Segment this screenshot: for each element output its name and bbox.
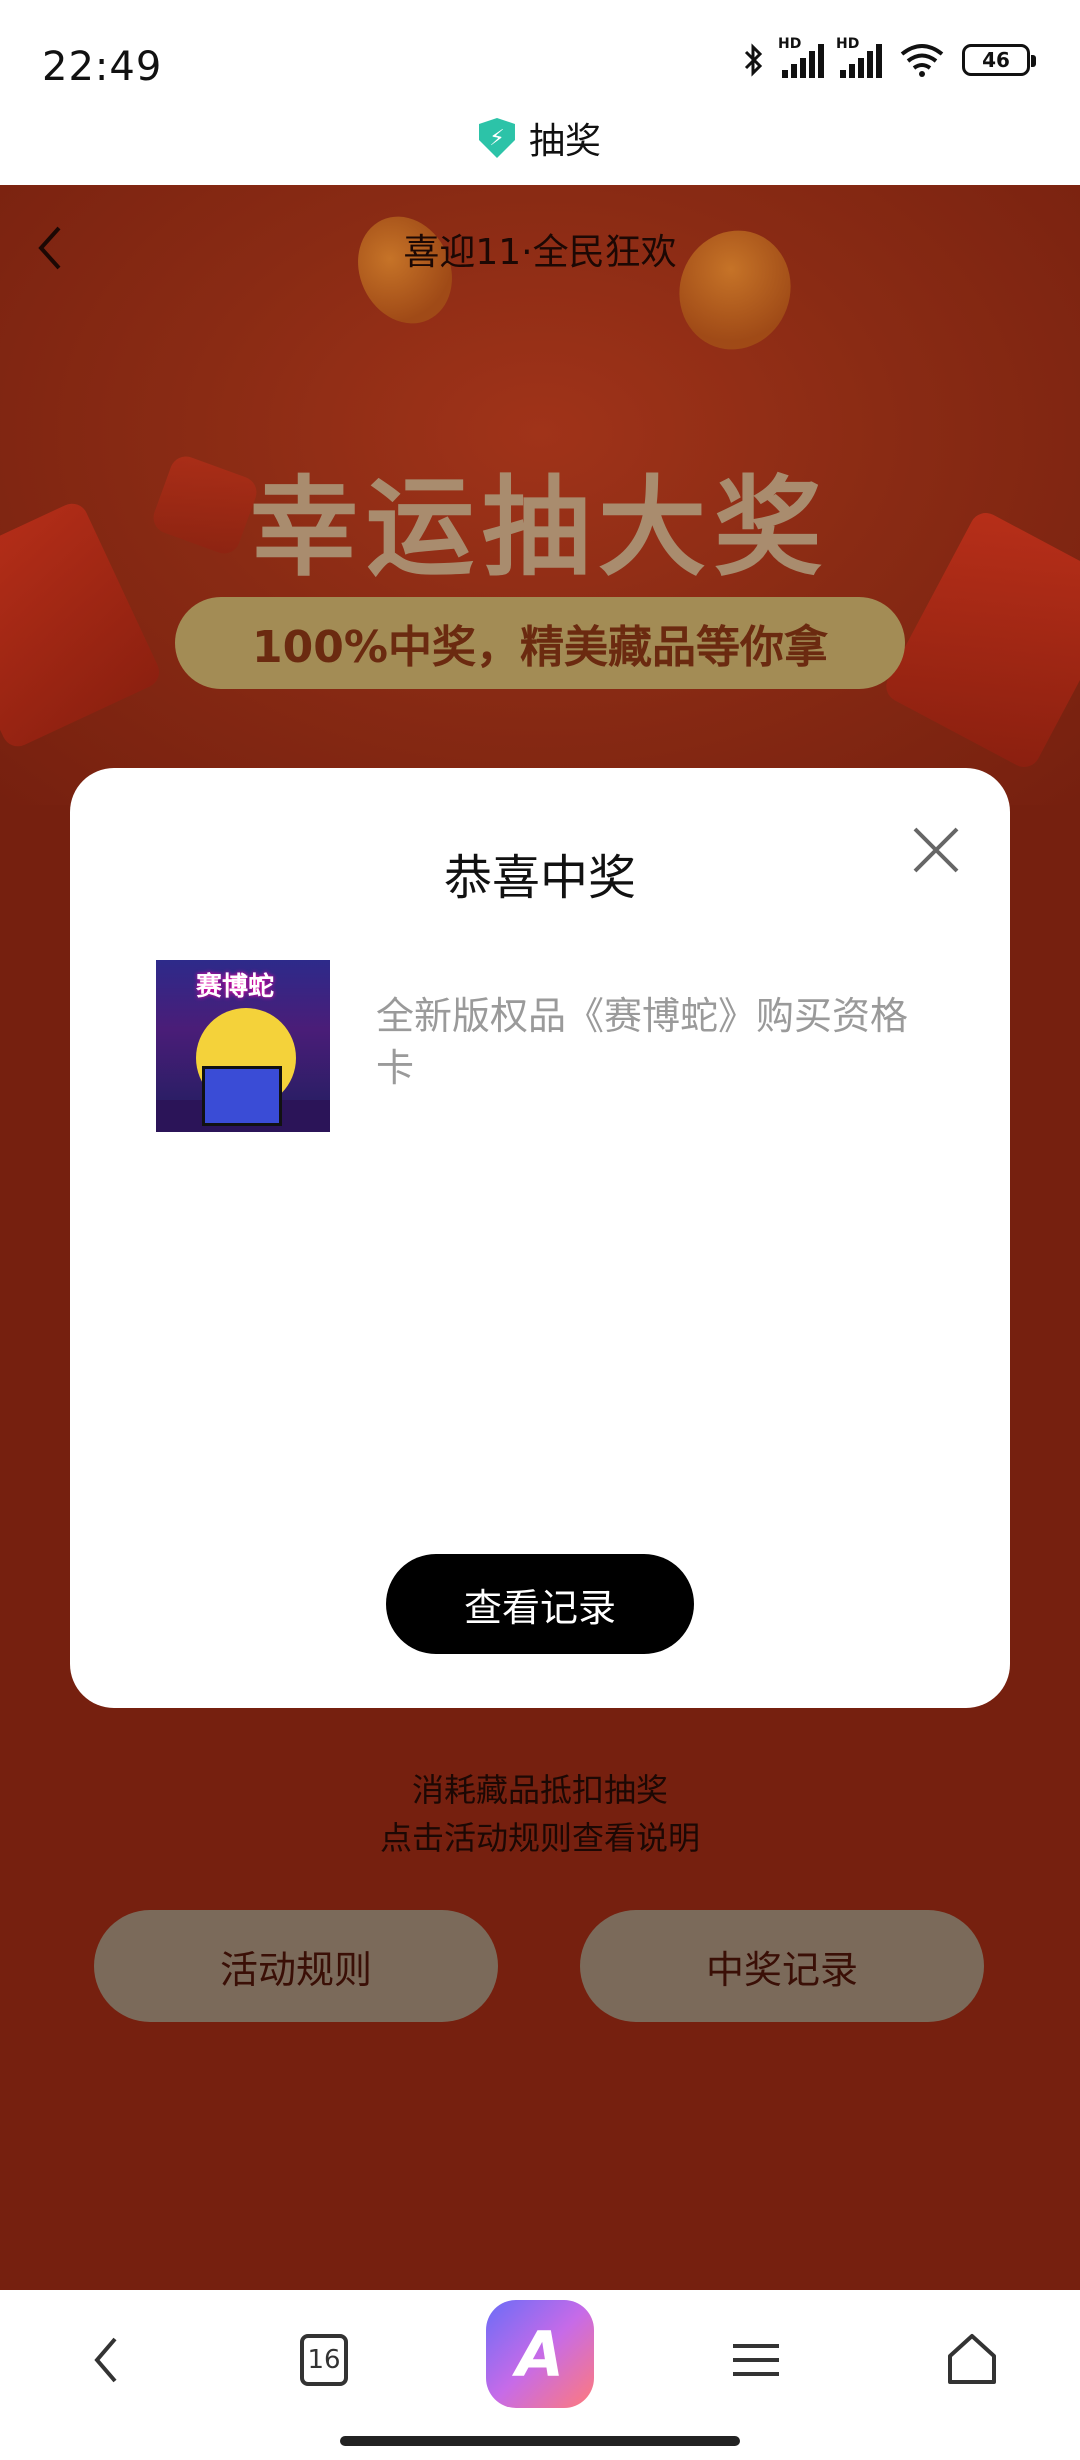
headline: 幸运抽大奖 [249,466,830,591]
battery-icon: 46 [962,44,1036,76]
prize-modal: 恭喜中奖 赛博蛇 全新版权品《赛博蛇》购买资格卡 查看记录 [70,768,1010,1708]
site-header: ⚡ 抽奖 [0,112,1080,164]
home-indicator[interactable] [340,2436,740,2446]
rules-button[interactable]: 活动规则 [94,1910,498,2022]
status-bar: 22:49 HD HD 46 [0,0,1080,118]
hint-line-1: 消耗藏品抵扣抽奖 [411,1771,668,1809]
clock: 22:49 [42,44,163,90]
bottom-nav: 16 A [0,2290,1080,2460]
hint-line-2: 点击活动规则查看说明 [379,1819,700,1857]
close-icon [913,827,959,873]
page-title: 喜迎11·全民狂欢 [403,232,677,273]
chevron-left-icon [94,2337,117,2383]
view-record-button[interactable]: 查看记录 [386,1554,694,1654]
records-button[interactable]: 中奖记录 [580,1910,984,2022]
tabs-icon: 16 [300,2334,348,2386]
shield-bolt-icon: ⚡ [478,118,515,158]
home-icon [948,2334,996,2384]
cell-signal-1-icon: HD [778,36,824,78]
prize-badge: 赛博蛇 [196,972,275,1002]
prize-image: 赛博蛇 [156,960,330,1132]
nav-back-button[interactable] [66,2320,146,2400]
app-icon: A [516,2317,564,2391]
prize-image-box [202,1066,282,1126]
menu-icon [733,2344,779,2376]
tabs-button[interactable]: 16 [284,2320,364,2400]
modal-title: 恭喜中奖 [443,850,636,906]
bluetooth-icon [744,43,763,77]
status-icons: HD HD 46 [742,36,1036,78]
tagline: 100%中奖，精美藏品等你拿 [175,597,905,689]
menu-button[interactable] [716,2320,796,2400]
site-title: 抽奖 [528,121,601,162]
battery-level: 46 [982,48,1010,72]
cell-signal-2-icon: HD [836,36,882,78]
app-launcher-button[interactable]: A [486,2300,594,2408]
prize-name: 全新版权品《赛博蛇》购买资格卡 [376,994,909,1090]
home-button[interactable] [932,2320,1012,2400]
close-button[interactable] [906,820,966,880]
wifi-icon [900,44,944,77]
